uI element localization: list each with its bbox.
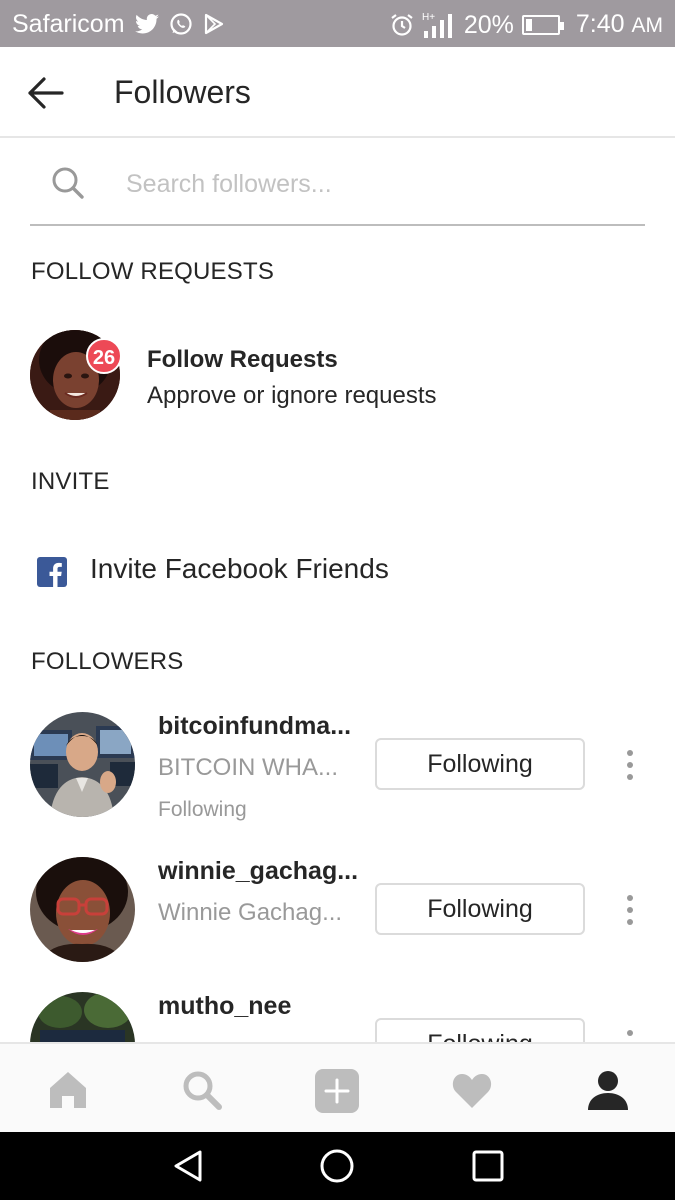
- tab-search[interactable]: [180, 1068, 224, 1112]
- home-icon: [50, 1072, 86, 1108]
- triangle-back-icon: [174, 1150, 202, 1182]
- nav-recents-button[interactable]: [470, 1148, 506, 1184]
- follower-username[interactable]: bitcoinfundma...: [158, 712, 358, 741]
- system-navigation-bar: [0, 1132, 675, 1200]
- clock-ampm: AM: [631, 14, 664, 37]
- app-header: Followers: [0, 47, 675, 138]
- battery-level: [525, 19, 532, 31]
- avatar: [30, 857, 135, 962]
- alarm-icon: [390, 13, 414, 37]
- more-options-icon[interactable]: [620, 893, 640, 927]
- section-header-followers: FOLLOWERS: [31, 648, 184, 675]
- bottom-tab-bar: [0, 1042, 675, 1132]
- avatar: [30, 712, 135, 817]
- invite-facebook-friends-label: Invite Facebook Friends: [90, 553, 389, 584]
- tab-activity[interactable]: [450, 1068, 494, 1112]
- follower-username[interactable]: mutho_nee: [158, 992, 358, 1021]
- nav-back-button[interactable]: [170, 1148, 206, 1184]
- carrier-name: Safaricom: [12, 10, 125, 38]
- search-bar: [30, 150, 645, 226]
- battery-percent: 20%: [463, 11, 514, 39]
- follow-requests-subtitle: Approve or ignore requests: [147, 382, 437, 409]
- follow-requests-title: Follow Requests: [147, 346, 338, 373]
- more-options-icon[interactable]: [620, 748, 640, 782]
- facebook-icon: [37, 557, 67, 587]
- clock-time: 7:40: [575, 10, 625, 38]
- follow-requests-row[interactable]: 26 Follow Requests Approve or ignore req…: [30, 330, 645, 422]
- search-icon: [52, 167, 84, 199]
- tab-profile[interactable]: [586, 1068, 630, 1112]
- list-item[interactable]: winnie_gachag... Winnie Gachag... Follow…: [30, 857, 645, 977]
- follower-full-name: BITCOIN WHA...: [158, 754, 338, 781]
- play-store-icon: [203, 13, 225, 35]
- following-button[interactable]: Following: [375, 738, 585, 790]
- invite-facebook-friends-row[interactable]: Invite Facebook Friends: [30, 545, 645, 595]
- add-post-icon: [315, 1069, 359, 1113]
- square-recents-icon: [472, 1150, 504, 1182]
- status-bar: Safaricom H+ 20% 7:40 AM: [0, 0, 675, 47]
- follower-full-name: Winnie Gachag...: [158, 899, 343, 926]
- follower-username[interactable]: winnie_gachag...: [158, 857, 358, 886]
- back-button[interactable]: [24, 73, 68, 113]
- whatsapp-icon: [169, 12, 193, 36]
- profile-icon: [588, 1071, 628, 1110]
- heart-icon: [452, 1074, 492, 1108]
- request-count-badge: 26: [86, 338, 122, 374]
- signal-icon: H+: [422, 11, 456, 39]
- clock: 7:40 AM: [576, 9, 663, 41]
- tab-home[interactable]: [46, 1068, 90, 1112]
- following-button[interactable]: Following: [375, 883, 585, 935]
- network-type: H+: [422, 12, 435, 23]
- circle-home-icon: [320, 1149, 354, 1183]
- page-title: Followers: [114, 74, 251, 110]
- list-item[interactable]: bitcoinfundma... BITCOIN WHA... Followin…: [30, 712, 645, 832]
- tab-new-post[interactable]: [314, 1068, 359, 1113]
- nav-home-button[interactable]: [319, 1148, 355, 1184]
- follower-status: Following: [158, 798, 247, 821]
- twitter-icon: [134, 14, 159, 34]
- battery-icon: [521, 15, 564, 35]
- back-arrow-icon: [28, 77, 64, 109]
- search-icon: [183, 1071, 222, 1110]
- section-header-follow-requests: FOLLOW REQUESTS: [31, 258, 275, 285]
- search-input[interactable]: [126, 164, 626, 204]
- section-header-invite: INVITE: [31, 468, 110, 495]
